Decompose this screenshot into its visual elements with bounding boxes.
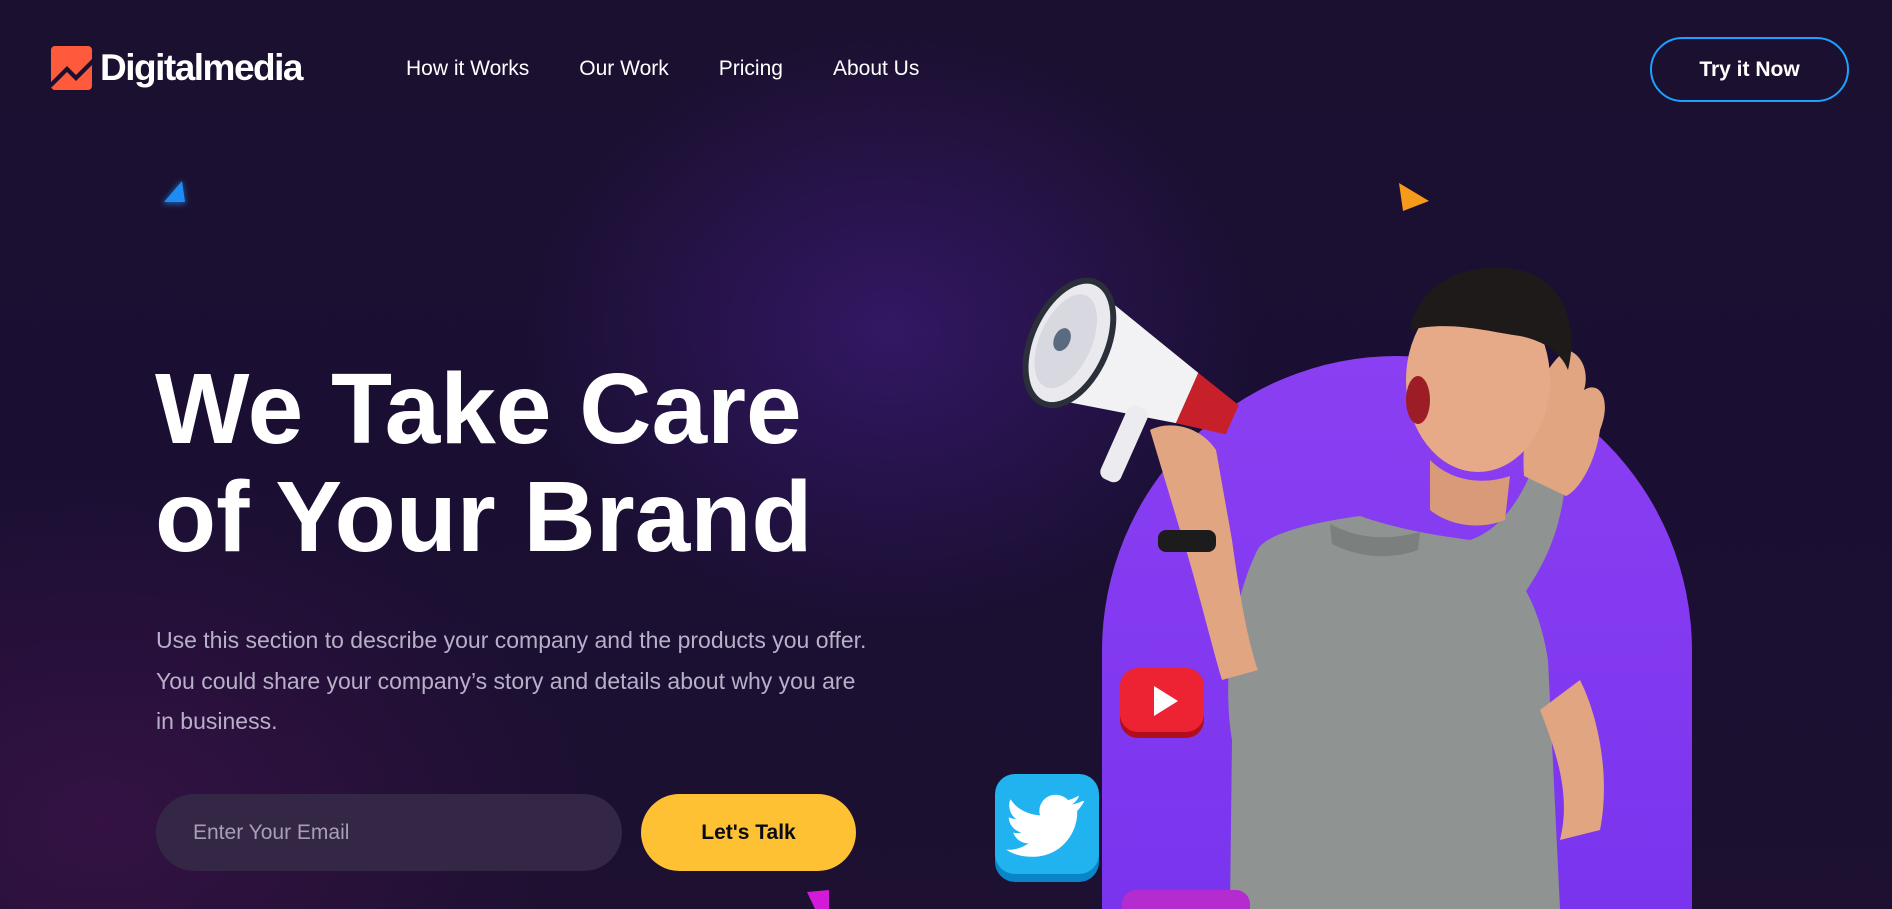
pink-shape-decoration: [807, 890, 829, 909]
main-nav: How it Works Our Work Pricing About Us: [406, 56, 919, 82]
try-it-now-button[interactable]: Try it Now: [1650, 37, 1849, 102]
blue-triangle-decoration: [162, 180, 186, 204]
nav-item-pricing[interactable]: Pricing: [719, 56, 783, 82]
brand-name: Digitalmedia: [100, 47, 304, 88]
hero-title-line-2: of Your Brand: [155, 461, 813, 573]
brand-logo[interactable]: Digitalmedia: [49, 43, 304, 93]
hero-description: Use this section to describe your compan…: [156, 627, 867, 734]
logo-mark-icon: [51, 46, 92, 90]
twitter-icon[interactable]: [993, 774, 1101, 884]
site-header: Digitalmedia How it Works Our Work Prici…: [0, 0, 1892, 138]
orange-triangle-decoration: [1399, 183, 1429, 211]
nav-item-how-it-works[interactable]: How it Works: [406, 56, 529, 82]
youtube-icon-graphic: [1120, 668, 1204, 738]
partial-social-icon: [1122, 890, 1250, 909]
hero-person-with-megaphone-image: [1022, 267, 1605, 909]
email-input[interactable]: [156, 794, 622, 871]
lets-talk-button[interactable]: Let's Talk: [641, 794, 856, 871]
hero-title-line-1: We Take Care: [155, 353, 802, 465]
nav-item-our-work[interactable]: Our Work: [579, 56, 668, 82]
hero-title: We Take Care of Your Brand: [155, 355, 915, 571]
youtube-icon[interactable]: [1118, 668, 1206, 740]
nav-item-about-us[interactable]: About Us: [833, 56, 919, 82]
twitter-icon-graphic: [995, 774, 1099, 882]
